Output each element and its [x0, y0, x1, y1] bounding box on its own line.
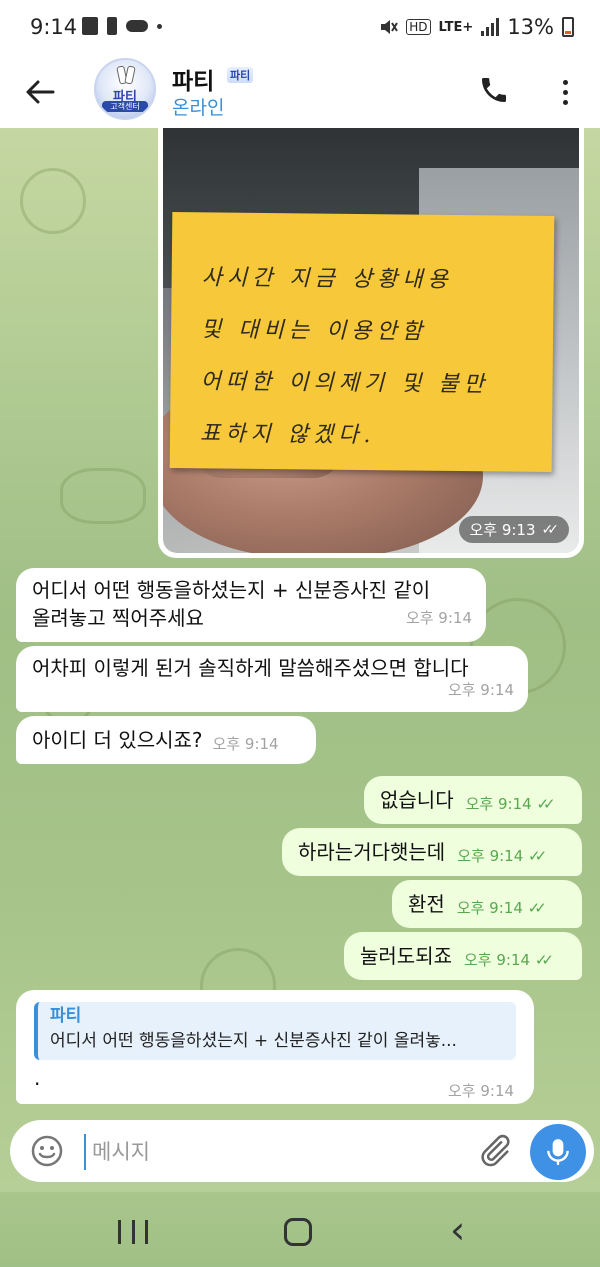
message-time: 오후 9:14 ✓✓ — [457, 842, 547, 870]
chat-header: 파티 고객센터 파티 파티 온라인 — [0, 56, 600, 129]
gallery-icon — [82, 17, 98, 35]
message-time: 오후 9:14 — [405, 609, 472, 627]
message-text: 하라는거다햇는데 — [298, 840, 446, 864]
message-time: 오후 9:14 ✓✓ — [466, 790, 556, 818]
sticky-note: 사시간 지금 상황내용 및 대비는 이용안함 어떠한 이의제기 및 불만 표하지… — [169, 212, 555, 472]
phone-icon — [482, 78, 506, 102]
mute-icon — [381, 20, 399, 34]
message-text: 아이디 더 있으시죠? — [32, 728, 203, 752]
message-time: 오후 9:14 ✓✓ — [464, 946, 554, 974]
reply-quote[interactable]: 파티 어디서 어떤 행동을하셨는지 + 신분증사진 같이 올려놓... — [34, 1002, 516, 1060]
battery-icon — [562, 17, 574, 37]
contact-status: 온라인 — [172, 97, 225, 119]
contact-name[interactable]: 파티 — [172, 62, 214, 96]
message-text: 어차피 이렇게 된거 솔직하게 말씀해주셨으면 합니다 — [32, 656, 469, 680]
more-vertical-icon — [562, 79, 568, 85]
battery-percent: 13% — [507, 15, 554, 39]
message-time: 오후 9:14 ✓✓ — [457, 894, 547, 922]
photo-message[interactable]: 사시간 지금 상황내용 및 대비는 이용안함 어떠한 이의제기 및 불만 표하지… — [158, 128, 584, 558]
rabbit-mascot-icon — [116, 66, 136, 84]
cloud-icon — [126, 20, 148, 32]
avatar-sub-text: 고객센터 — [102, 101, 148, 112]
message-text: 없습니다 — [380, 788, 454, 812]
more-notifications-dot-icon — [157, 23, 162, 29]
double-check-icon: ✓✓ — [527, 899, 547, 917]
paperclip-icon — [481, 1134, 510, 1167]
back-button[interactable] — [22, 74, 58, 110]
battery-alert-icon — [107, 17, 117, 35]
incoming-message[interactable]: 아이디 더 있으시죠? 오후 9:14 — [16, 716, 316, 764]
message-text-line: 어디서 어떤 행동을하셨는지 + 신분증사진 같이 — [32, 578, 431, 602]
photo-timestamp: 오후 9:13 ✓✓ — [459, 516, 569, 543]
reply-quote-text: 어디서 어떤 행동을하셨는지 + 신분증사진 같이 올려놓... — [50, 1031, 457, 1051]
outgoing-message[interactable]: 환전 오후 9:14 ✓✓ — [392, 880, 582, 928]
network-type: LTE+ — [438, 19, 474, 35]
status-time: 9:14 — [30, 15, 78, 39]
incoming-message[interactable]: 어차피 이렇게 된거 솔직하게 말씀해주셨으면 합니다 오후 9:14 — [16, 646, 528, 712]
double-check-icon: ✓✓ — [534, 951, 554, 969]
voice-record-button[interactable] — [530, 1124, 586, 1180]
message-text: 환전 — [408, 892, 445, 916]
message-text-line: 올려놓고 찍어주세요 — [32, 606, 204, 630]
message-time: 오후 9:14 — [448, 1082, 515, 1100]
outgoing-message[interactable]: 하라는거다햇는데 오후 9:14 ✓✓ — [282, 828, 582, 876]
outgoing-message[interactable]: 눌러도되죠 오후 9:14 ✓✓ — [344, 932, 582, 980]
microphone-icon — [547, 1139, 569, 1165]
double-check-icon: ✓✓ — [536, 795, 555, 813]
recents-button[interactable] — [118, 1220, 148, 1244]
avatar[interactable]: 파티 고객센터 — [94, 58, 156, 120]
handwritten-note: 사시간 지금 상황내용 및 대비는 이용안함 어떠한 이의제기 및 불만 표하지… — [200, 252, 542, 464]
system-nav-bar: ‹ — [0, 1192, 600, 1267]
hd-badge: HD — [406, 19, 431, 35]
attach-button[interactable] — [475, 1132, 513, 1170]
note-line: 어떠한 이의제기 및 불만 — [200, 369, 490, 398]
message-time: 오후 9:14 — [447, 681, 514, 699]
note-line: 표하지 않겠다. — [199, 421, 376, 449]
message-input-bar — [10, 1120, 594, 1182]
message-text: 눌러도되죠 — [360, 944, 452, 968]
recents-icon — [118, 1220, 121, 1244]
reply-message-text: . — [34, 1066, 41, 1090]
arrow-left-icon — [26, 80, 55, 104]
double-check-icon: ✓✓ — [541, 521, 560, 538]
smiley-icon — [31, 1135, 63, 1167]
message-input[interactable] — [84, 1134, 474, 1170]
status-system-icons: HD LTE+ 13% — [378, 15, 574, 39]
note-line: 및 대비는 이용안함 — [200, 317, 428, 345]
nav-back-button[interactable]: ‹ — [450, 1210, 465, 1250]
emoji-button[interactable] — [30, 1134, 64, 1168]
contact-badge: 파티 — [227, 67, 254, 83]
message-time: 오후 9:14 — [212, 735, 279, 753]
home-button[interactable] — [284, 1218, 312, 1246]
outgoing-message[interactable]: 없습니다 오후 9:14 ✓✓ — [364, 776, 582, 824]
incoming-message[interactable]: 어디서 어떤 행동을하셨는지 + 신분증사진 같이 올려놓고 찍어주세요 오후 … — [16, 568, 486, 642]
sticky-note-photo[interactable]: 사시간 지금 상황내용 및 대비는 이용안함 어떠한 이의제기 및 불만 표하지… — [163, 128, 579, 553]
status-notification-icons — [82, 17, 162, 35]
more-menu-button[interactable] — [553, 74, 577, 110]
message-time: 오후 9:13 — [469, 521, 536, 539]
signal-icon — [481, 18, 500, 36]
note-line: 사시간 지금 상황내용 — [201, 265, 453, 293]
call-button[interactable] — [478, 74, 514, 110]
double-check-icon: ✓✓ — [528, 847, 547, 865]
reply-quote-name: 파티 — [50, 1006, 82, 1026]
status-bar: 9:14 HD LTE+ 13% — [0, 0, 600, 56]
